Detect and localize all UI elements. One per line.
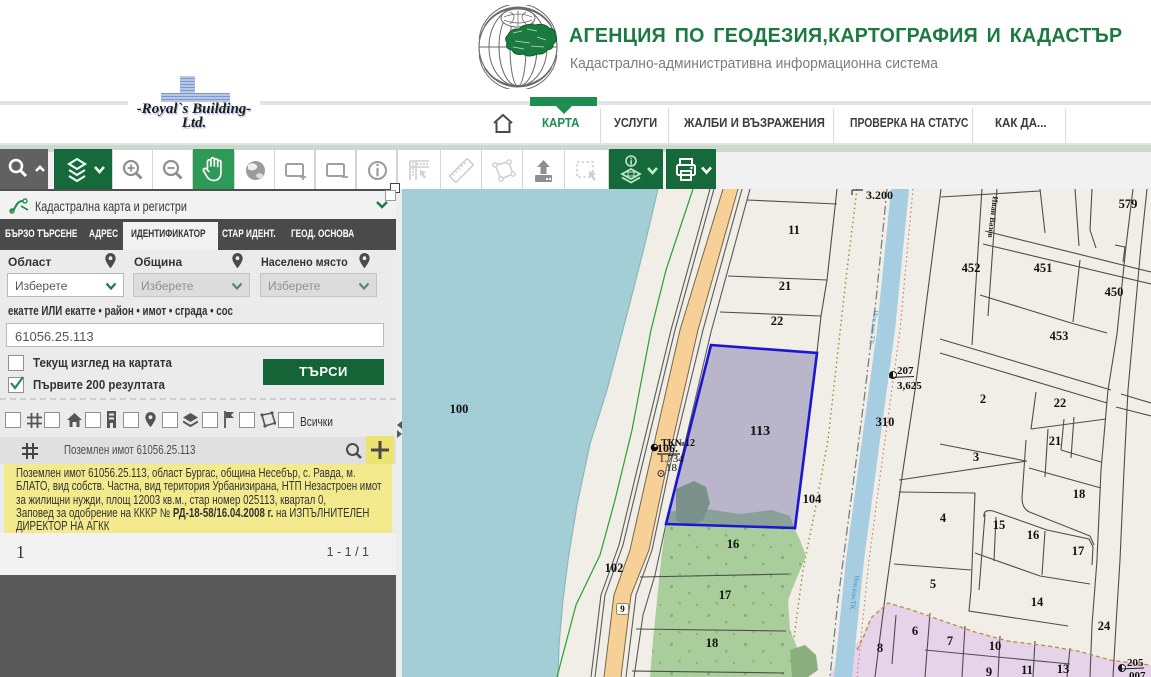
svg-text:579: 579 — [1119, 197, 1138, 211]
svg-text:11: 11 — [788, 223, 800, 237]
svg-text:13: 13 — [1057, 662, 1070, 676]
svg-text:113: 113 — [750, 424, 770, 439]
svg-text:7: 7 — [947, 634, 953, 648]
svg-text:5: 5 — [930, 577, 936, 591]
svg-text:207: 207 — [897, 365, 914, 377]
svg-text:451: 451 — [1034, 261, 1053, 275]
svg-text:22: 22 — [771, 314, 784, 328]
svg-text:452: 452 — [962, 261, 981, 275]
svg-text:9: 9 — [620, 604, 625, 614]
svg-text:3,625: 3,625 — [897, 380, 922, 392]
svg-text:22: 22 — [1054, 396, 1067, 410]
svg-text:18: 18 — [666, 462, 678, 474]
svg-text:16: 16 — [1027, 528, 1040, 542]
svg-text:104: 104 — [803, 492, 823, 506]
svg-text:3: 3 — [973, 450, 979, 464]
svg-text:18: 18 — [706, 636, 719, 650]
svg-text:21: 21 — [779, 279, 792, 293]
svg-text:18: 18 — [1073, 487, 1086, 501]
svg-text:205: 205 — [1127, 657, 1144, 669]
svg-text:2: 2 — [980, 392, 986, 406]
svg-text:17: 17 — [719, 588, 732, 602]
svg-text:6: 6 — [912, 624, 918, 638]
svg-text:16: 16 — [727, 537, 740, 551]
svg-text:453: 453 — [1050, 329, 1069, 343]
svg-text:007: 007 — [1129, 670, 1146, 677]
svg-text:100: 100 — [450, 402, 469, 416]
svg-text:310: 310 — [876, 415, 895, 429]
svg-text:15: 15 — [993, 518, 1006, 532]
svg-text:4: 4 — [940, 511, 947, 525]
svg-text:14: 14 — [1031, 595, 1044, 609]
svg-text:102: 102 — [605, 561, 624, 575]
svg-text:17: 17 — [1072, 544, 1085, 558]
svg-text:450: 450 — [1105, 285, 1124, 299]
svg-text:24: 24 — [1098, 619, 1111, 633]
svg-text:3.200: 3.200 — [866, 189, 893, 202]
svg-text:8: 8 — [877, 641, 883, 655]
svg-text:9: 9 — [986, 665, 992, 677]
svg-text:11: 11 — [1021, 663, 1033, 677]
svg-text:10: 10 — [989, 639, 1002, 653]
svg-text:21: 21 — [1049, 434, 1062, 448]
